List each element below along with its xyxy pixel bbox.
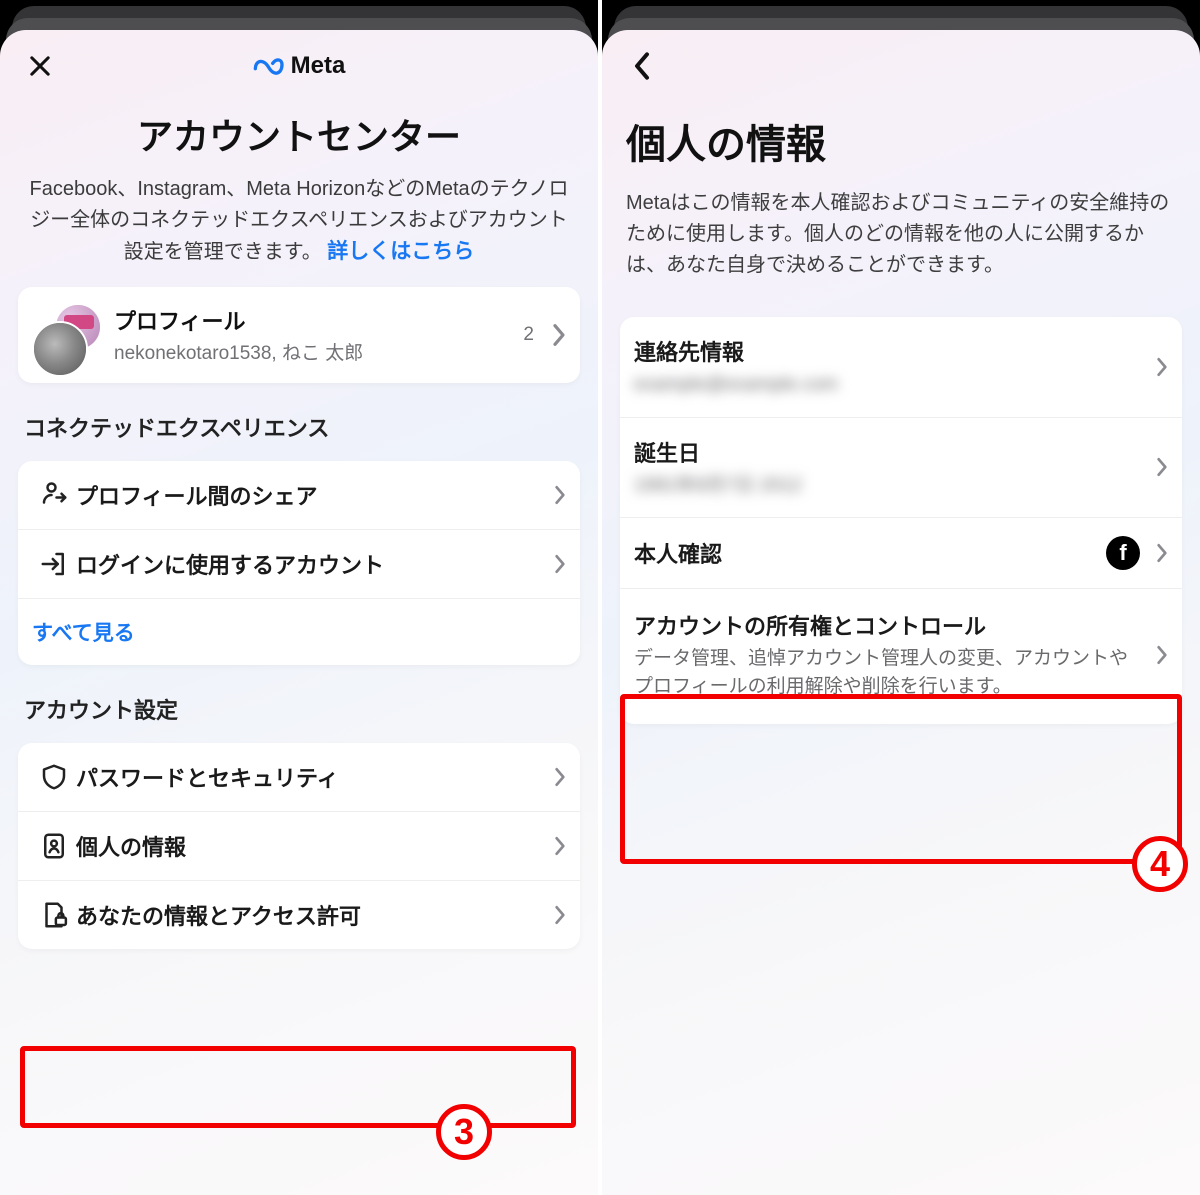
- topbar: [620, 30, 1182, 102]
- chevron-right-icon: [1156, 357, 1168, 377]
- page-description-text: Facebook、Instagram、Meta HorizonなどのMetaのテ…: [30, 178, 569, 263]
- share-profiles-icon: [39, 480, 69, 510]
- chevron-left-icon: [632, 51, 652, 81]
- row-login-accounts[interactable]: ログインに使用するアカウント: [18, 530, 580, 599]
- left-panel: Meta アカウントセンター Facebook、Instagram、Meta H…: [0, 0, 598, 1195]
- chevron-right-icon: [554, 485, 566, 505]
- profile-card: プロフィール nekonekotaro1538, ねこ 太郎 2: [18, 287, 580, 383]
- chevron-right-icon: [554, 836, 566, 856]
- page-description: Metaはこの情報を本人確認およびコミュニティの安全維持のために使用します。個人…: [620, 188, 1182, 299]
- chevron-right-icon: [554, 905, 566, 925]
- row-login-accounts-label: ログインに使用するアカウント: [76, 548, 544, 580]
- row-birthday[interactable]: 誕生日 1991年8月7日 2012: [620, 418, 1182, 519]
- page-title: 個人の情報: [626, 112, 1182, 170]
- personal-info-sheet: 個人の情報 Metaはこの情報を本人確認およびコミュニティの安全維持のために使用…: [602, 30, 1200, 1195]
- avatar-2: [32, 321, 88, 377]
- meta-logo-text: Meta: [291, 52, 346, 80]
- row-info-permissions-label: あなたの情報とアクセス許可: [76, 899, 544, 931]
- row-ownership-sub: データ管理、追悼アカウント管理人の変更、アカウントやプロフィールの利用解除や削除…: [634, 645, 1146, 700]
- profile-row[interactable]: プロフィール nekonekotaro1538, ねこ 太郎 2: [18, 287, 580, 383]
- profile-avatars: [32, 303, 106, 367]
- chevron-right-icon: [1156, 645, 1168, 665]
- chevron-right-icon: [552, 323, 566, 347]
- topbar: Meta: [18, 30, 580, 102]
- profile-heading: プロフィール: [114, 304, 513, 336]
- shield-icon: [39, 762, 69, 792]
- learn-more-link[interactable]: 詳しくはこちら: [327, 240, 474, 263]
- row-identity-label: 本人確認: [634, 537, 1106, 569]
- section-connected-experience: コネクテッドエクスペリエンス: [24, 411, 580, 443]
- row-birthday-value: 1991年8月7日 2012: [634, 472, 1146, 500]
- facebook-icon: f: [1119, 540, 1126, 566]
- facebook-badge: f: [1106, 536, 1140, 570]
- profile-count: 2: [523, 324, 534, 346]
- row-profile-sharing[interactable]: プロフィール間のシェア: [18, 461, 580, 530]
- row-birthday-label: 誕生日: [634, 436, 1146, 468]
- connected-card: プロフィール間のシェア ログインに使用するアカウント すべて見る: [18, 461, 580, 665]
- see-all-link[interactable]: すべて見る: [18, 599, 580, 665]
- id-card-icon: [39, 831, 69, 861]
- chevron-right-icon: [1156, 543, 1168, 563]
- row-password-security[interactable]: パスワードとセキュリティ: [18, 743, 580, 812]
- row-contact-value: example@example.com: [634, 371, 1146, 399]
- personal-info-card: 連絡先情報 example@example.com 誕生日 1991年8月7日 …: [620, 317, 1182, 724]
- row-personal-info-label: 個人の情報: [76, 830, 544, 862]
- chevron-right-icon: [554, 554, 566, 574]
- close-button[interactable]: [18, 44, 62, 88]
- row-ownership-control[interactable]: アカウントの所有権とコントロール データ管理、追悼アカウント管理人の変更、アカウ…: [620, 589, 1182, 724]
- meta-logo: Meta: [253, 52, 346, 80]
- right-panel: 個人の情報 Metaはこの情報を本人確認およびコミュニティの安全維持のために使用…: [602, 0, 1200, 1195]
- row-ownership-label: アカウントの所有権とコントロール: [634, 609, 1146, 641]
- close-icon: [26, 52, 54, 80]
- chevron-right-icon: [1156, 457, 1168, 477]
- account-settings-card: パスワードとセキュリティ 個人の情報: [18, 743, 580, 949]
- row-identity-verification[interactable]: 本人確認 f: [620, 518, 1182, 589]
- page-description: Facebook、Instagram、Meta HorizonなどのMetaのテ…: [18, 174, 580, 269]
- row-personal-info[interactable]: 個人の情報: [18, 812, 580, 881]
- meta-infinity-icon: [253, 55, 285, 77]
- file-lock-icon: [39, 900, 69, 930]
- row-info-permissions[interactable]: あなたの情報とアクセス許可: [18, 881, 580, 949]
- profile-subtitle: nekonekotaro1538, ねこ 太郎: [114, 338, 513, 365]
- account-center-sheet: Meta アカウントセンター Facebook、Instagram、Meta H…: [0, 30, 598, 1195]
- back-button[interactable]: [620, 44, 664, 88]
- row-contact-info[interactable]: 連絡先情報 example@example.com: [620, 317, 1182, 418]
- row-contact-label: 連絡先情報: [634, 335, 1146, 367]
- chevron-right-icon: [554, 767, 566, 787]
- login-icon: [39, 549, 69, 579]
- section-account-settings: アカウント設定: [24, 693, 580, 725]
- row-profile-sharing-label: プロフィール間のシェア: [76, 479, 544, 511]
- row-password-security-label: パスワードとセキュリティ: [76, 761, 544, 793]
- page-title: アカウントセンター: [18, 108, 580, 160]
